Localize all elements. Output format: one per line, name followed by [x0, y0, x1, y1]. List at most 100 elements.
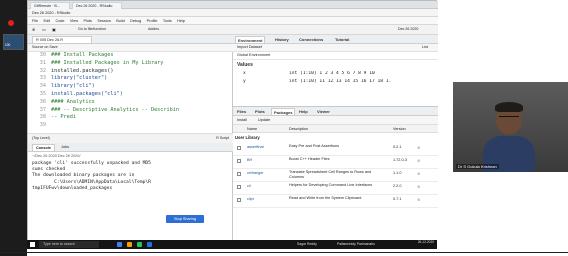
- package-row[interactable]: cli Helpers for Developing Command Line I…: [233, 182, 438, 195]
- package-name[interactable]: clipr: [247, 197, 254, 201]
- col-description[interactable]: Description: [289, 127, 308, 131]
- menu-code[interactable]: Code: [55, 19, 64, 23]
- code-line[interactable]: ### -- Descriptive Analytics -- Describi…: [51, 107, 179, 114]
- save-icon[interactable]: ▣: [52, 27, 56, 32]
- package-version: 1.1.0: [393, 171, 402, 175]
- package-row[interactable]: assertthat Easy Pre and Post Assertions 0.…: [233, 143, 438, 156]
- remove-package-icon[interactable]: ⊗: [417, 171, 420, 176]
- package-checkbox[interactable]: [237, 146, 241, 150]
- code-line[interactable]: installed.packages(): [51, 68, 113, 75]
- scope-indicator[interactable]: (Top Level): [32, 136, 50, 140]
- remove-package-icon[interactable]: ⊗: [417, 184, 420, 189]
- package-checkbox[interactable]: [237, 159, 241, 163]
- col-name[interactable]: Name: [247, 127, 257, 131]
- install-button[interactable]: Install: [237, 118, 247, 122]
- meeting-view: 100 GitRemote · B... Dec 26 2020 - RStud…: [0, 0, 568, 256]
- source-editor: R 005 Dec 26.R Source on Save 30 ### Inst…: [28, 35, 233, 143]
- tab-help[interactable]: Help: [297, 108, 310, 116]
- browser-tab-active[interactable]: Dec 26 2020 - RStudio: [72, 2, 122, 9]
- open-file-icon[interactable]: ▭: [42, 27, 46, 32]
- tab-environment[interactable]: Environment: [235, 36, 266, 44]
- package-row[interactable]: cellranger Translate Spreadsheet Cell Ran…: [233, 169, 438, 182]
- code-line[interactable]: install.packages("cli"): [51, 91, 123, 98]
- editor-tab-bar: R 005 Dec 26.R: [28, 35, 233, 44]
- env-row[interactable]: x int [1:10] 1 2 3 4 5 6 7 8 9 10: [233, 71, 438, 79]
- chrome-icon[interactable]: [137, 242, 142, 247]
- tab-plots[interactable]: Plots: [253, 108, 267, 116]
- menu-build[interactable]: Build: [116, 19, 124, 23]
- package-checkbox[interactable]: [237, 198, 241, 202]
- menu-edit[interactable]: Edit: [44, 19, 51, 23]
- stop-sharing-button[interactable]: Stop Sharing: [166, 215, 204, 223]
- menu-view[interactable]: View: [70, 19, 78, 23]
- participant-video[interactable]: Dr S Gokula Krishnan: [453, 82, 568, 172]
- tab-viewer[interactable]: Viewer: [315, 108, 332, 116]
- package-row[interactable]: BH Boost C++ Header Files 1.72.0-3 ⊗: [233, 156, 438, 169]
- divider: [0, 252, 568, 253]
- package-name[interactable]: cli: [247, 184, 251, 188]
- tab-history[interactable]: History: [273, 36, 291, 44]
- addins-menu[interactable]: Addins: [148, 27, 159, 31]
- package-description: Translate Spreadsheet Cell Ranges to Row…: [289, 170, 372, 179]
- editor-status-bar: (Top Level) R Script: [28, 133, 233, 143]
- folder-icon[interactable]: [127, 242, 132, 247]
- new-file-icon[interactable]: ⊕: [32, 27, 35, 32]
- code-line[interactable]: -- Predi: [51, 114, 76, 121]
- package-name[interactable]: assertthat: [247, 145, 264, 149]
- participant-hair: [495, 102, 523, 112]
- menu-profile[interactable]: Profile: [147, 19, 158, 23]
- update-button[interactable]: Update: [258, 118, 270, 122]
- files-tab-bar: Files Plots Packages Help Viewer: [233, 107, 438, 116]
- files-pane: Files Plots Packages Help Viewer Install…: [233, 107, 438, 249]
- package-checkbox[interactable]: [237, 172, 241, 176]
- remove-package-icon[interactable]: ⊗: [417, 145, 420, 150]
- menu-file[interactable]: File: [32, 19, 38, 23]
- code-line[interactable]: #### Analytics: [51, 99, 95, 106]
- tab-console[interactable]: Console: [32, 144, 55, 152]
- source-on-save-checkbox[interactable]: Source on Save: [32, 45, 58, 49]
- package-name[interactable]: BH: [247, 158, 252, 162]
- tab-connections[interactable]: Connections: [297, 36, 325, 44]
- code-line[interactable]: ### Install Packages: [51, 52, 113, 59]
- remove-package-icon[interactable]: ⊗: [417, 158, 420, 163]
- menu-tools[interactable]: Tools: [163, 19, 172, 23]
- code-line[interactable]: library("cli"): [51, 83, 95, 90]
- code-line[interactable]: ### Installed Packages in My Library: [51, 60, 163, 67]
- remove-package-icon[interactable]: ⊗: [417, 197, 420, 202]
- goto-file-input[interactable]: Go to file/function: [78, 27, 106, 31]
- env-row[interactable]: y int [1:10] 11 12 13 14 15 16 17 18 1.: [233, 79, 438, 87]
- edge-icon[interactable]: [117, 242, 122, 247]
- code-area[interactable]: 30 ### Install Packages 31 ### Installed Pa…: [28, 52, 233, 133]
- editor-toolbar: Source on Save: [28, 44, 233, 52]
- package-checkbox[interactable]: [237, 185, 241, 189]
- file-type-indicator[interactable]: R Script: [216, 136, 229, 140]
- tab-tutorial[interactable]: Tutorial: [333, 36, 351, 44]
- list-view-menu[interactable]: List: [422, 45, 428, 49]
- taskbar-search[interactable]: Type here to search: [39, 241, 99, 248]
- rstudio-icon[interactable]: [147, 242, 152, 247]
- windows-start-icon[interactable]: [30, 242, 35, 247]
- col-version[interactable]: Version: [393, 127, 406, 131]
- menu-plots[interactable]: Plots: [83, 19, 91, 23]
- thumbnail-pane[interactable]: [3, 34, 24, 50]
- line-number: 32: [39, 67, 46, 74]
- editor-tab[interactable]: R 005 Dec 26.R: [32, 36, 92, 44]
- package-name[interactable]: cellranger: [247, 171, 264, 175]
- package-row[interactable]: clipr Read and Write from the System Clip…: [233, 195, 438, 208]
- project-menu[interactable]: Dec 26 2020: [398, 27, 418, 31]
- menu-debug[interactable]: Debug: [130, 19, 141, 23]
- import-dataset-button[interactable]: Import Dataset: [237, 45, 262, 49]
- record-icon[interactable]: [8, 20, 14, 26]
- menu-help[interactable]: Help: [177, 19, 185, 23]
- menu-session[interactable]: Session: [97, 19, 111, 23]
- line-number: 30: [39, 52, 46, 58]
- tab-files[interactable]: Files: [235, 108, 248, 116]
- packages-table-header: Name Description Version: [233, 125, 438, 133]
- tab-jobs[interactable]: Jobs: [58, 144, 72, 152]
- tab-packages[interactable]: Packages: [271, 108, 296, 116]
- environment-toolbar: Import Dataset List: [233, 44, 438, 52]
- browser-tab[interactable]: GitRemote · B...: [30, 2, 70, 9]
- code-line[interactable]: library("cluster"): [51, 75, 107, 82]
- console-output[interactable]: package 'cli' successfully unpacked and …: [32, 161, 230, 192]
- global-environment-select[interactable]: Global Environment: [233, 52, 438, 60]
